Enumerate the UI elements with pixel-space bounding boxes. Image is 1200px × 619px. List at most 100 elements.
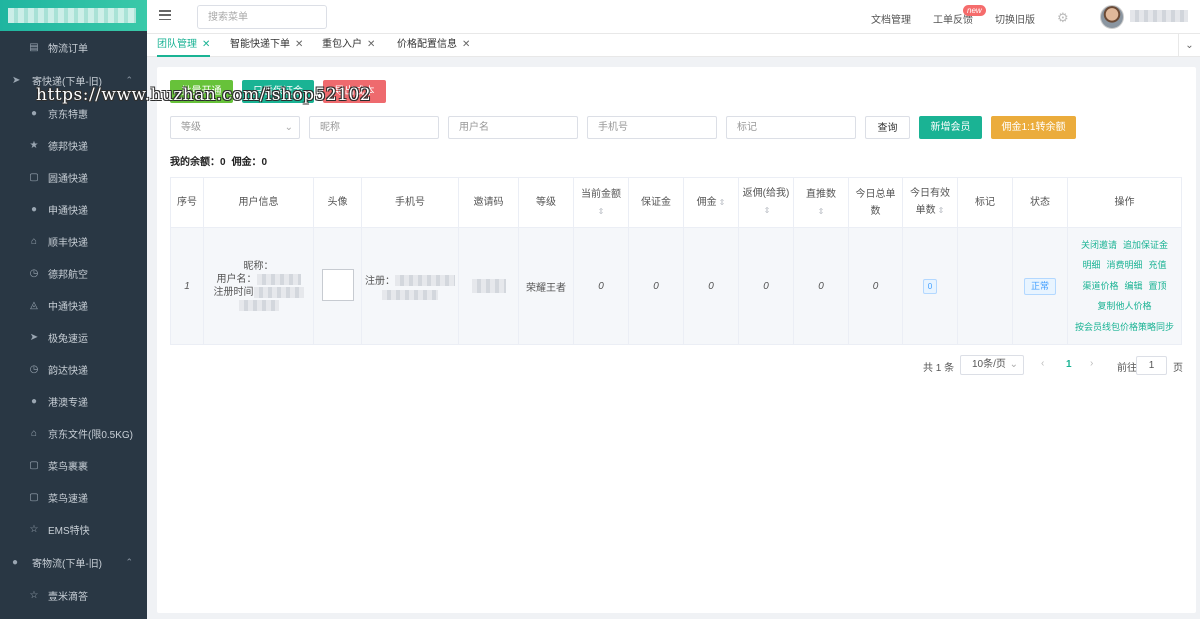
row-action-link[interactable]: 充值 xyxy=(1149,260,1167,270)
sidebar-item[interactable]: ⌂ 京东文件(限0.5KG) xyxy=(0,417,147,449)
today-valid-badge[interactable]: 0 xyxy=(922,278,938,294)
sidebar-item[interactable]: ▢ 菜鸟裹裹 xyxy=(0,449,147,481)
goto-page-input[interactable]: 1 xyxy=(1136,356,1167,375)
tab-heavy-package[interactable]: 重包入户 ✕ xyxy=(322,34,375,57)
col-direct-count[interactable]: 直推数 ⇕ xyxy=(793,177,849,228)
col-label: 当前金额 xyxy=(581,188,621,200)
chevron-up-icon[interactable]: ⌃ xyxy=(125,557,133,568)
brand-logo[interactable] xyxy=(0,0,147,31)
sidebar-item-label: 申通快递 xyxy=(48,205,88,217)
close-icon[interactable]: ✕ xyxy=(367,39,375,50)
phone-input[interactable]: 手机号 xyxy=(587,116,717,139)
username-input[interactable]: 用户名 xyxy=(448,116,578,139)
sidebar-item-label: 京东特惠 xyxy=(48,109,88,121)
sidebar-item[interactable]: ● 港澳专递 xyxy=(0,385,147,417)
query-button[interactable]: 查询 xyxy=(865,116,910,139)
cell-level: 荣耀王者 xyxy=(518,227,574,345)
level-select[interactable]: 等级 ⌄ xyxy=(170,116,300,139)
row-action-link[interactable]: 明细 xyxy=(1082,260,1100,270)
batch-open-button[interactable]: 批量开通 xyxy=(170,80,233,103)
row-action-link[interactable]: 按会员线包价格策略同步 xyxy=(1075,322,1174,332)
sidebar-item[interactable]: ● 京东特惠 xyxy=(0,97,147,129)
chevron-down-icon[interactable]: ⌄ xyxy=(1178,34,1200,57)
register-time-label: 注册时间 xyxy=(213,287,254,298)
col-actions: 操作 xyxy=(1067,177,1182,228)
sidebar-item[interactable]: ▤ 物流订单 xyxy=(0,31,147,63)
sidebar-item[interactable]: ★ 德邦快递 xyxy=(0,129,147,161)
cell-today-valid: 0 xyxy=(902,227,958,345)
close-icon[interactable]: ✕ xyxy=(462,39,470,50)
menu-toggle-icon[interactable] xyxy=(159,10,171,20)
add-member-button[interactable]: 新增会员 xyxy=(919,116,982,139)
mark-input[interactable]: 标记 xyxy=(726,116,856,139)
sidebar-item[interactable]: ◷ 韵达快递 xyxy=(0,353,147,385)
sidebar-item[interactable]: ▢ 菜鸟速递 xyxy=(0,481,147,513)
avatar[interactable] xyxy=(1100,5,1124,29)
close-icon[interactable]: ✕ xyxy=(295,39,303,50)
sidebar-group[interactable]: ➤ 寄快递(下单-旧) ⌃ xyxy=(0,63,147,97)
sort-icon[interactable]: ⇕ xyxy=(577,203,625,220)
gear-icon[interactable]: ⚙ xyxy=(1057,10,1069,26)
col-today-total: 今日总单数 xyxy=(848,177,903,228)
sidebar-item[interactable]: ⌂ 顺丰快递 xyxy=(0,225,147,257)
sidebar-item[interactable]: ☆ EMS特快 xyxy=(0,513,147,545)
row-action-link[interactable]: 编辑 xyxy=(1124,281,1142,291)
col-invite-code: 邀请码 xyxy=(458,177,519,228)
total-count: 共 1 条 xyxy=(923,363,955,374)
sort-icon[interactable]: ⇕ xyxy=(797,203,845,220)
row-action-link[interactable]: 关闭邀请 xyxy=(1081,240,1117,250)
row-action-link[interactable]: 复制他人价格 xyxy=(1097,301,1151,311)
deposit-only-button[interactable]: 只看保证金 xyxy=(242,80,314,103)
cell-direct-count: 0 xyxy=(793,227,849,345)
location-icon: ● xyxy=(12,556,19,568)
phone-label: 注册： xyxy=(365,275,395,287)
chevron-up-icon[interactable]: ⌃ xyxy=(125,75,133,86)
commission-to-balance-button[interactable]: 佣金1:1转余额 xyxy=(991,116,1076,139)
prev-page-button[interactable]: ‹ xyxy=(1041,358,1044,369)
next-page-button[interactable]: › xyxy=(1090,358,1093,369)
sidebar-item-label: 壹米滴答 xyxy=(48,591,88,603)
col-deposit: 保证金 xyxy=(628,177,684,228)
sidebar-item[interactable]: ☆ 壹米滴答 xyxy=(0,579,147,611)
page-number-current[interactable]: 1 xyxy=(1066,359,1072,370)
menu-search-input[interactable] xyxy=(197,5,327,29)
close-icon[interactable]: ✕ xyxy=(202,39,210,50)
sidebar-item-label: 京东文件(限0.5KG) xyxy=(48,429,134,441)
sidebar-item-label: 极兔速运 xyxy=(48,333,88,345)
switch-old-version-link[interactable]: 切换旧版 xyxy=(995,11,1035,26)
col-current-amount[interactable]: 当前金额 ⇕ xyxy=(573,177,629,228)
sidebar-item[interactable]: ◬ 中通快递 xyxy=(0,289,147,321)
row-action-link[interactable]: 消费明细 xyxy=(1106,260,1142,270)
tab-team-management[interactable]: 团队管理 ✕ xyxy=(157,34,211,57)
col-rebate[interactable]: 返佣(给我) ⇕ xyxy=(738,177,794,228)
sidebar-item[interactable]: ● 申通快递 xyxy=(0,193,147,225)
cell-rebate: 0 xyxy=(738,227,794,345)
col-commission[interactable]: 佣金 ⇕ xyxy=(683,177,739,228)
col-today-valid[interactable]: 今日有效单数 ⇕ xyxy=(902,177,958,228)
sidebar-group[interactable]: ● 寄物流(下单-旧) ⌃ xyxy=(0,545,147,579)
phone-value xyxy=(395,275,455,287)
page-size-select[interactable]: 10条/页 ⌄ xyxy=(960,355,1024,375)
row-action-link[interactable]: 渠道价格 xyxy=(1082,281,1118,291)
level-select-placeholder: 等级 xyxy=(181,122,201,133)
sidebar-item[interactable]: ➤ 极兔速运 xyxy=(0,321,147,353)
sidebar-item[interactable]: ◷ 德邦航空 xyxy=(0,257,147,289)
user-name[interactable] xyxy=(1130,10,1188,22)
sidebar-item[interactable]: ▢ 圆通快递 xyxy=(0,161,147,193)
sidebar-item-label: 中通快递 xyxy=(48,301,88,313)
sort-icon[interactable]: ⇕ xyxy=(719,194,726,211)
nickname-label: 昵称： xyxy=(243,261,274,272)
tab-price-config[interactable]: 价格配置信息 ✕ xyxy=(397,34,470,57)
status-badge: 正常 xyxy=(1023,277,1056,295)
row-action-link[interactable]: 追加保证金 xyxy=(1123,240,1168,250)
col-phone: 手机号 xyxy=(361,177,459,228)
nickname-input[interactable]: 昵称 xyxy=(309,116,439,139)
export-cost-button[interactable]: 导出成本 xyxy=(323,80,386,103)
tab-label: 智能快递下单 xyxy=(230,39,290,50)
chevron-down-icon: ⌄ xyxy=(284,122,293,133)
doc-management-link[interactable]: 文档管理 xyxy=(871,11,911,26)
sort-icon[interactable]: ⇕ xyxy=(764,202,771,219)
sort-icon[interactable]: ⇕ xyxy=(938,202,945,219)
row-action-link[interactable]: 置顶 xyxy=(1149,281,1167,291)
tab-smart-express[interactable]: 智能快递下单 ✕ xyxy=(230,34,303,57)
